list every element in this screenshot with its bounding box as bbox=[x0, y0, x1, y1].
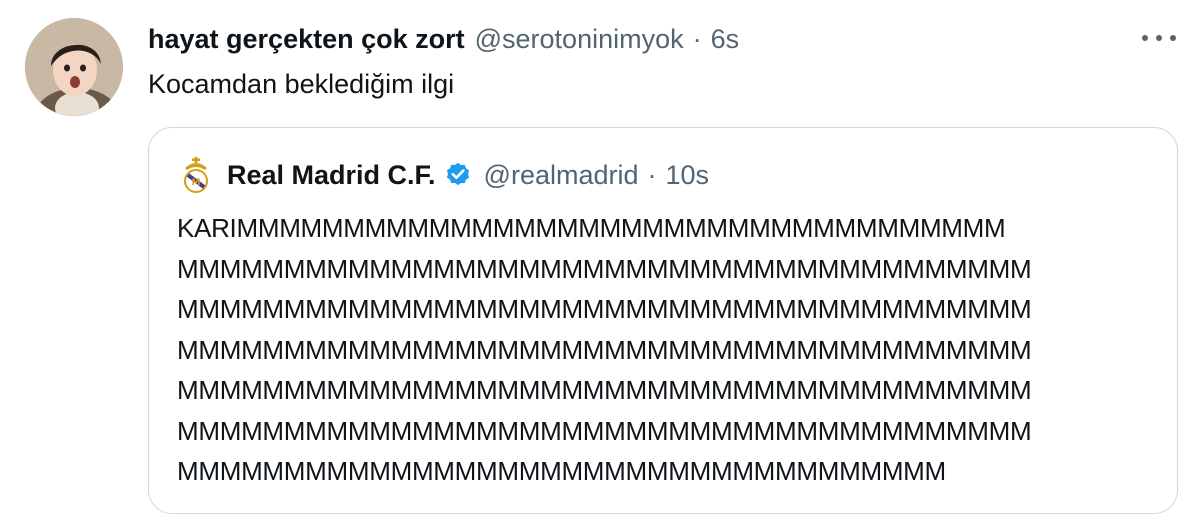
more-horizontal-icon[interactable] bbox=[1142, 26, 1176, 50]
quoted-author-handle[interactable]: @realmadrid bbox=[484, 157, 639, 193]
quoted-tweet-text: KARIMMMMMMMMMMMMMMMMMMMMMMMMMMMMMMMMMMMM… bbox=[177, 208, 1032, 492]
quoted-text-line: MMMMMMMMMMMMMMMMMMMMMMMMMMMMMMMMMMMMMMMM bbox=[177, 375, 1032, 405]
real-madrid-crest-icon: M bbox=[184, 157, 208, 193]
tweet-timestamp[interactable]: 6s bbox=[711, 22, 740, 56]
more-dot bbox=[1170, 35, 1176, 41]
tweet-header: hayat gerçekten çok zort @serotoninimyok… bbox=[148, 22, 739, 56]
quoted-tweet-timestamp[interactable]: 10s bbox=[666, 157, 710, 193]
quoted-separator-dot: · bbox=[647, 160, 657, 190]
quoted-author-display-name[interactable]: Real Madrid C.F. bbox=[227, 157, 436, 193]
quoted-text-line: MMMMMMMMMMMMMMMMMMMMMMMMMMMMMMMMMMMMMMMM bbox=[177, 253, 1032, 284]
author-handle[interactable]: @serotoninimyok bbox=[475, 22, 684, 56]
tweet[interactable]: hayat gerçekten çok zort @serotoninimyok… bbox=[0, 0, 1200, 528]
svg-text:M: M bbox=[192, 178, 201, 188]
verified-badge-icon bbox=[446, 162, 469, 186]
quoted-tweet[interactable]: M Real Madrid C.F. @realmadrid · 10s KAR… bbox=[148, 127, 1178, 514]
quoted-text-line: MMMMMMMMMMMMMMMMMMMMMMMMMMMMMMMMMMMMMMMM bbox=[177, 294, 1032, 324]
quoted-tweet-header: M Real Madrid C.F. @realmadrid · 10s bbox=[179, 156, 709, 194]
more-dot bbox=[1142, 35, 1148, 41]
avatar-image bbox=[25, 18, 123, 116]
tweet-text: Kocamdan beklediğim ilgi bbox=[148, 69, 455, 99]
author-display-name[interactable]: hayat gerçekten çok zort bbox=[148, 22, 465, 56]
separator-dot: · bbox=[692, 24, 702, 54]
quoted-text-line: KARIMMMMMMMMMMMMMMMMMMMMMMMMMMMMMMMMMMMM bbox=[177, 213, 1006, 243]
avatar[interactable] bbox=[25, 18, 123, 116]
more-dot bbox=[1156, 35, 1162, 41]
quoted-text-line: MMMMMMMMMMMMMMMMMMMMMMMMMMMMMMMMMMMMMMMM bbox=[177, 415, 1032, 446]
quoted-text-line: MMMMMMMMMMMMMMMMMMMMMMMMMMMMMMMMMMMMMMMM bbox=[177, 334, 1032, 365]
quoted-text-line: MMMMMMMMMMMMMMMMMMMMMMMMMMMMMMMMMMMM bbox=[177, 456, 946, 486]
